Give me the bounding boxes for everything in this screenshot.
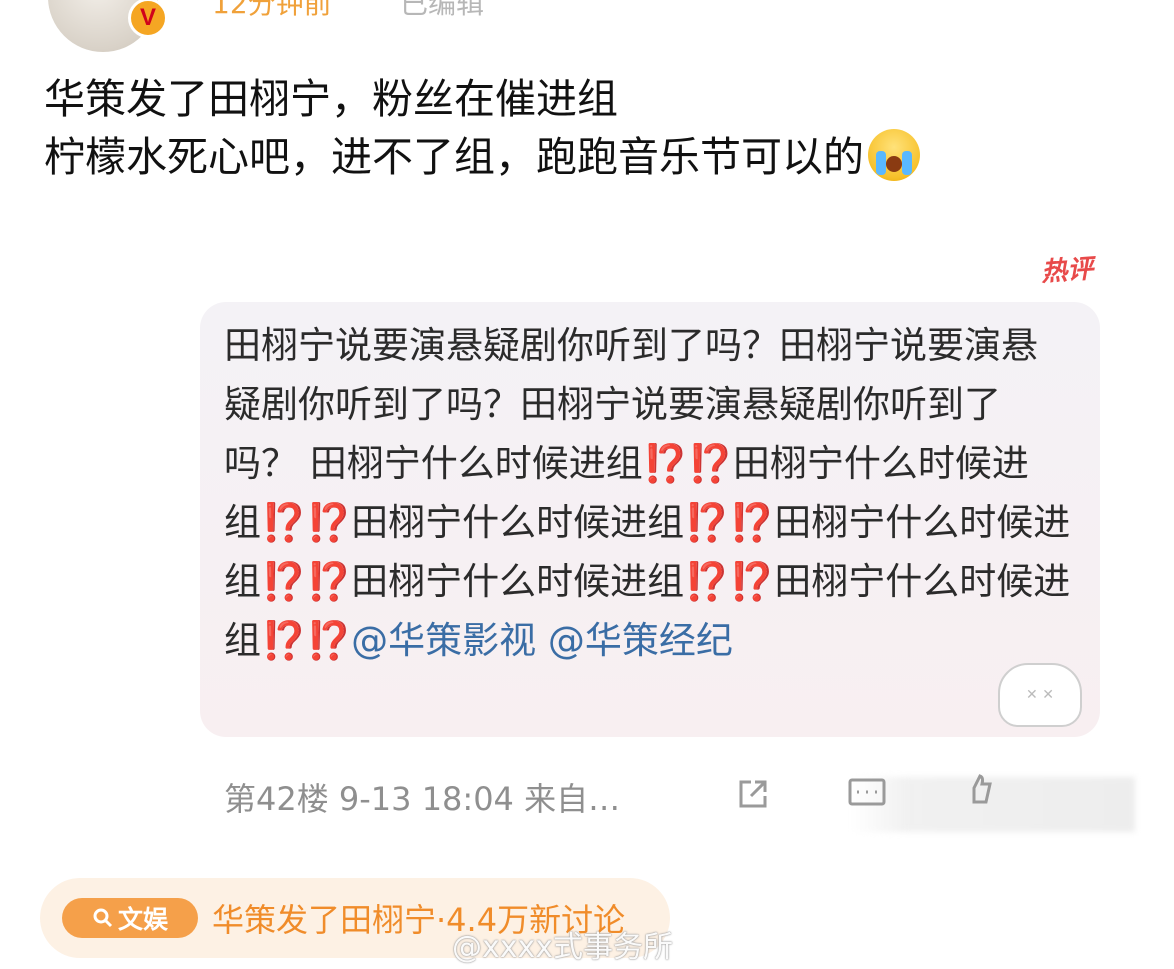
comment-meta: 第42楼 9-13 18:04 来自… (224, 780, 621, 818)
search-icon (93, 908, 113, 928)
hot-comment-tag: 热评 (1040, 254, 1095, 288)
interrobang-icon: ⁉️⁉️ (684, 560, 775, 603)
topic-badge-label: 文娱 (117, 905, 168, 934)
interrobang-icon: ⁉️⁉️ (261, 501, 352, 544)
watermark: @xxxx式事务所 (452, 930, 674, 965)
cloud-sticker-icon: ✕ ✕ (998, 663, 1082, 727)
post-line-2-text: 柠檬水死心吧，进不了组，跑跑音乐节可以的 (44, 133, 864, 181)
comment-segment: 田栩宁什么时候进组 (351, 560, 685, 603)
interrobang-icon: ⁉️⁉️ (261, 560, 352, 603)
mention-link[interactable]: @华策经纪 (548, 619, 733, 662)
interrobang-icon: ⁉️⁉️ (684, 501, 775, 544)
crying-face-icon (868, 129, 920, 181)
like-icon[interactable] (960, 774, 994, 808)
verified-badge-label: V (139, 4, 156, 31)
interrobang-icon: ⁉️⁉️ (642, 442, 734, 485)
post-time: 12分钟前 (212, 0, 332, 20)
embedded-screenshot[interactable]: 热评 田栩宁说要演悬疑剧你听到了吗？田栩宁说要演悬疑剧你听到了吗？田栩宁说要演悬… (200, 222, 1135, 840)
post-text: 华策发了田栩宁，粉丝在催进组 柠檬水死心吧，进不了组，跑跑音乐节可以的 (44, 70, 920, 186)
interrobang-icon: ⁉️⁉️ (261, 619, 352, 662)
mention-link[interactable]: @华策影视 (351, 619, 536, 662)
post-line-2: 柠檬水死心吧，进不了组，跑跑音乐节可以的 (44, 128, 920, 186)
verified-badge: V (128, 0, 168, 38)
comment-segment: 田栩宁什么时候进组 (351, 501, 685, 544)
comment-icon[interactable] (848, 778, 886, 812)
post-line-1: 华策发了田栩宁，粉丝在催进组 (44, 75, 618, 123)
comment-bubble: 田栩宁说要演悬疑剧你听到了吗？田栩宁说要演悬疑剧你听到了吗？田栩宁说要演悬疑剧你… (200, 302, 1100, 737)
edited-label: 已编辑 (400, 0, 485, 20)
topic-badge: 文娱 (62, 898, 198, 938)
share-icon[interactable] (735, 776, 771, 812)
comment-text: 田栩宁说要演悬疑剧你听到了吗？田栩宁说要演悬疑剧你听到了吗？田栩宁说要演悬疑剧你… (224, 316, 1074, 670)
